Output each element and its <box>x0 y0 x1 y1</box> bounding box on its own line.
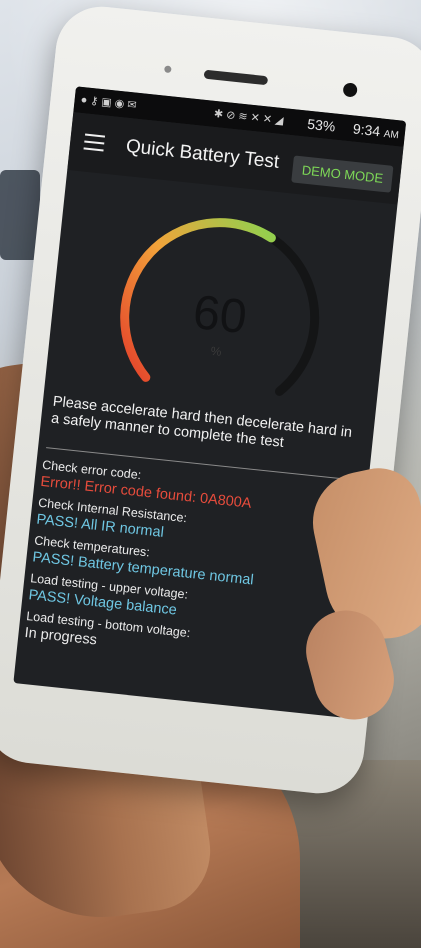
clock: 9:34 AM <box>352 120 400 142</box>
connectivity-icons: ✱ ⊘ ≋ ✕ ✕ ◢ <box>213 107 285 128</box>
hamburger-menu-icon[interactable] <box>83 133 106 152</box>
demo-mode-button[interactable]: DEMO MODE <box>291 155 394 193</box>
proximity-sensor <box>163 65 172 74</box>
app-title: Quick Battery Test <box>124 135 281 173</box>
front-camera <box>342 82 358 98</box>
battery-percent: 53% <box>306 115 337 135</box>
notification-icons: ● ⚷ ▣ ◉ ✉ <box>80 93 138 112</box>
earpiece-speaker <box>203 69 269 86</box>
gauge-unit: % <box>210 343 223 359</box>
